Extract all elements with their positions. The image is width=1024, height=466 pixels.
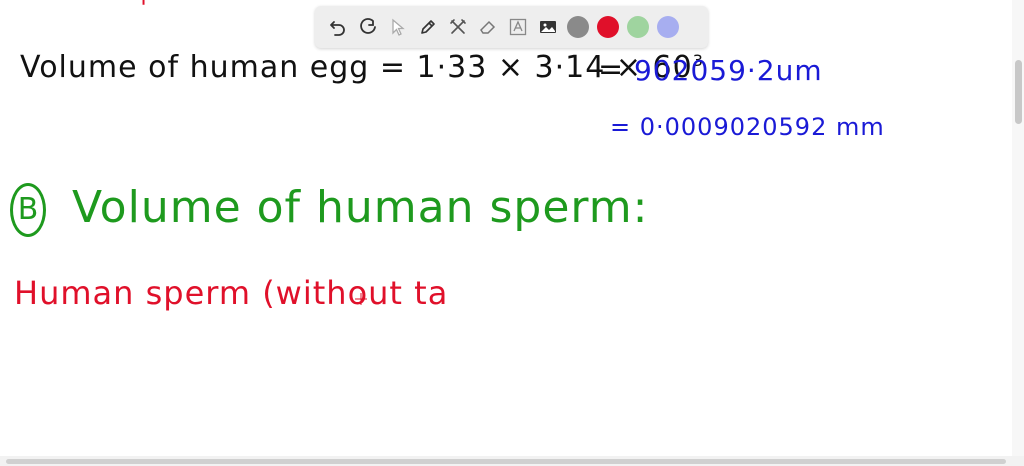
vertical-scrollbar[interactable] [1012, 0, 1024, 466]
color-swatch-green[interactable] [627, 16, 649, 38]
undo-icon[interactable] [323, 12, 353, 42]
sperm-volume-heading: Volume of human sperm: [72, 182, 649, 233]
text-icon[interactable] [503, 12, 533, 42]
drawing-toolbar [315, 6, 708, 48]
color-swatch-blue[interactable] [657, 16, 679, 38]
whiteboard-canvas[interactable]: ⌐ Volume of human egg = 1·33 × 3·14 × 60… [0, 0, 1024, 466]
pointer-icon[interactable] [383, 12, 413, 42]
pen-icon[interactable] [413, 12, 443, 42]
clipped-text-fragment: ⌐ [140, 0, 161, 14]
horizontal-scroll-thumb[interactable] [6, 459, 1006, 464]
crosshair-cursor-icon [355, 290, 367, 305]
eraser-icon[interactable] [473, 12, 503, 42]
color-swatch-gray[interactable] [567, 16, 589, 38]
egg-volume-result-mm: = 0·0009020592 mm [610, 113, 885, 141]
color-swatch-red[interactable] [597, 16, 619, 38]
egg-volume-result: 902059·2um [634, 54, 823, 87]
vertical-scroll-thumb[interactable] [1015, 60, 1022, 124]
tools-icon[interactable] [443, 12, 473, 42]
image-icon[interactable] [533, 12, 563, 42]
equals-sign: = [598, 52, 625, 87]
sperm-description-line: Human sperm (without ta [14, 274, 449, 312]
redo-icon[interactable] [353, 12, 383, 42]
section-b-marker: B [10, 183, 46, 237]
horizontal-scrollbar[interactable] [0, 456, 1024, 466]
